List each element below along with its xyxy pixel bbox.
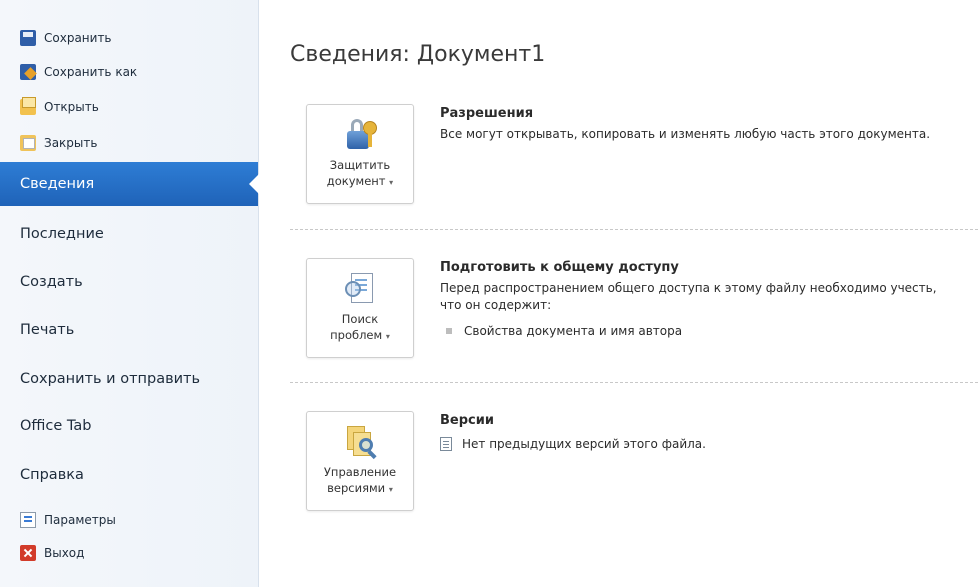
lock-key-icon: [343, 117, 377, 151]
open-folder-icon: [20, 97, 36, 115]
permissions-text: Все могут открывать, копировать и изменя…: [440, 127, 931, 141]
list-item: Свойства документа и имя автора: [440, 324, 682, 338]
backstage-sidebar: Сохранить Сохранить как Открыть Закрыть …: [0, 0, 259, 587]
nav-item-info[interactable]: Сведения: [0, 162, 259, 206]
close-label: Закрыть: [44, 136, 98, 150]
prepare-sharing-section: Поиск проблем ▾ Подготовить к общему дос…: [290, 258, 978, 362]
save-menu-item[interactable]: Сохранить: [20, 26, 112, 50]
page-title: Сведения: Документ1: [290, 42, 546, 67]
manage-versions-button[interactable]: Управление версиями ▾: [306, 411, 414, 511]
open-menu-item[interactable]: Открыть: [20, 95, 99, 119]
check-for-issues-button[interactable]: Поиск проблем ▾: [306, 258, 414, 358]
nav-item-help[interactable]: Справка: [0, 453, 258, 497]
manage-versions-label: Управление версиями ▾: [323, 465, 397, 495]
bullet-icon: [446, 328, 452, 334]
nav-item-new-label: Создать: [20, 274, 83, 290]
nav-item-info-label: Сведения: [20, 176, 95, 192]
list-item: Нет предыдущих версий этого файла.: [440, 437, 706, 451]
active-indicator-arrow: [249, 174, 259, 194]
nav-item-save-send[interactable]: Сохранить и отправить: [0, 357, 258, 401]
nav-item-recent-label: Последние: [20, 226, 104, 242]
save-as-menu-item[interactable]: Сохранить как: [20, 60, 137, 84]
nav-item-office-tab-label: Office Tab: [20, 418, 92, 434]
chevron-down-icon: ▾: [385, 332, 390, 341]
exit-label: Выход: [44, 546, 85, 560]
options-menu-item[interactable]: Параметры: [20, 508, 116, 532]
nav-item-print[interactable]: Печать: [0, 308, 258, 352]
permissions-heading: Разрешения: [440, 106, 534, 121]
options-label: Параметры: [44, 513, 116, 527]
check-for-issues-label: Поиск проблем ▾: [330, 312, 390, 342]
options-icon: [20, 512, 36, 528]
section-divider: [290, 229, 978, 230]
save-icon: [20, 30, 36, 46]
prepare-sharing-heading: Подготовить к общему доступу: [440, 260, 679, 275]
save-as-icon: [20, 64, 36, 80]
save-as-label: Сохранить как: [44, 65, 138, 79]
list-item-label: Свойства документа и имя автора: [464, 324, 683, 338]
nav-item-print-label: Печать: [20, 322, 75, 338]
chevron-down-icon: ▾: [388, 485, 393, 494]
save-label: Сохранить: [44, 31, 112, 45]
prepare-sharing-text: Перед распространением общего доступа к …: [440, 281, 937, 312]
versions-icon: [343, 424, 377, 460]
exit-menu-item[interactable]: Выход: [20, 541, 84, 565]
nav-item-recent[interactable]: Последние: [0, 212, 258, 256]
close-folder-icon: [20, 135, 36, 151]
exit-icon: [20, 545, 36, 561]
protect-document-button[interactable]: Защитить документ ▾: [306, 104, 414, 204]
document-icon: [440, 437, 452, 451]
versions-section: Управление версиями ▾ Версии Нет предыду…: [290, 411, 978, 515]
permissions-section: Защитить документ ▾ Разрешения Все могут…: [290, 104, 978, 208]
protect-document-label: Защитить документ ▾: [326, 158, 394, 188]
chevron-down-icon: ▾: [389, 178, 394, 187]
nav-item-office-tab[interactable]: Office Tab: [0, 404, 258, 448]
check-document-icon: [343, 271, 377, 305]
nav-item-new[interactable]: Создать: [0, 260, 258, 304]
list-item-label: Нет предыдущих версий этого файла.: [462, 437, 706, 451]
nav-item-help-label: Справка: [20, 467, 84, 483]
close-menu-item[interactable]: Закрыть: [20, 131, 97, 155]
open-label: Открыть: [44, 100, 99, 114]
section-divider: [290, 382, 978, 383]
nav-item-save-send-label: Сохранить и отправить: [20, 371, 201, 387]
versions-heading: Версии: [440, 413, 494, 428]
